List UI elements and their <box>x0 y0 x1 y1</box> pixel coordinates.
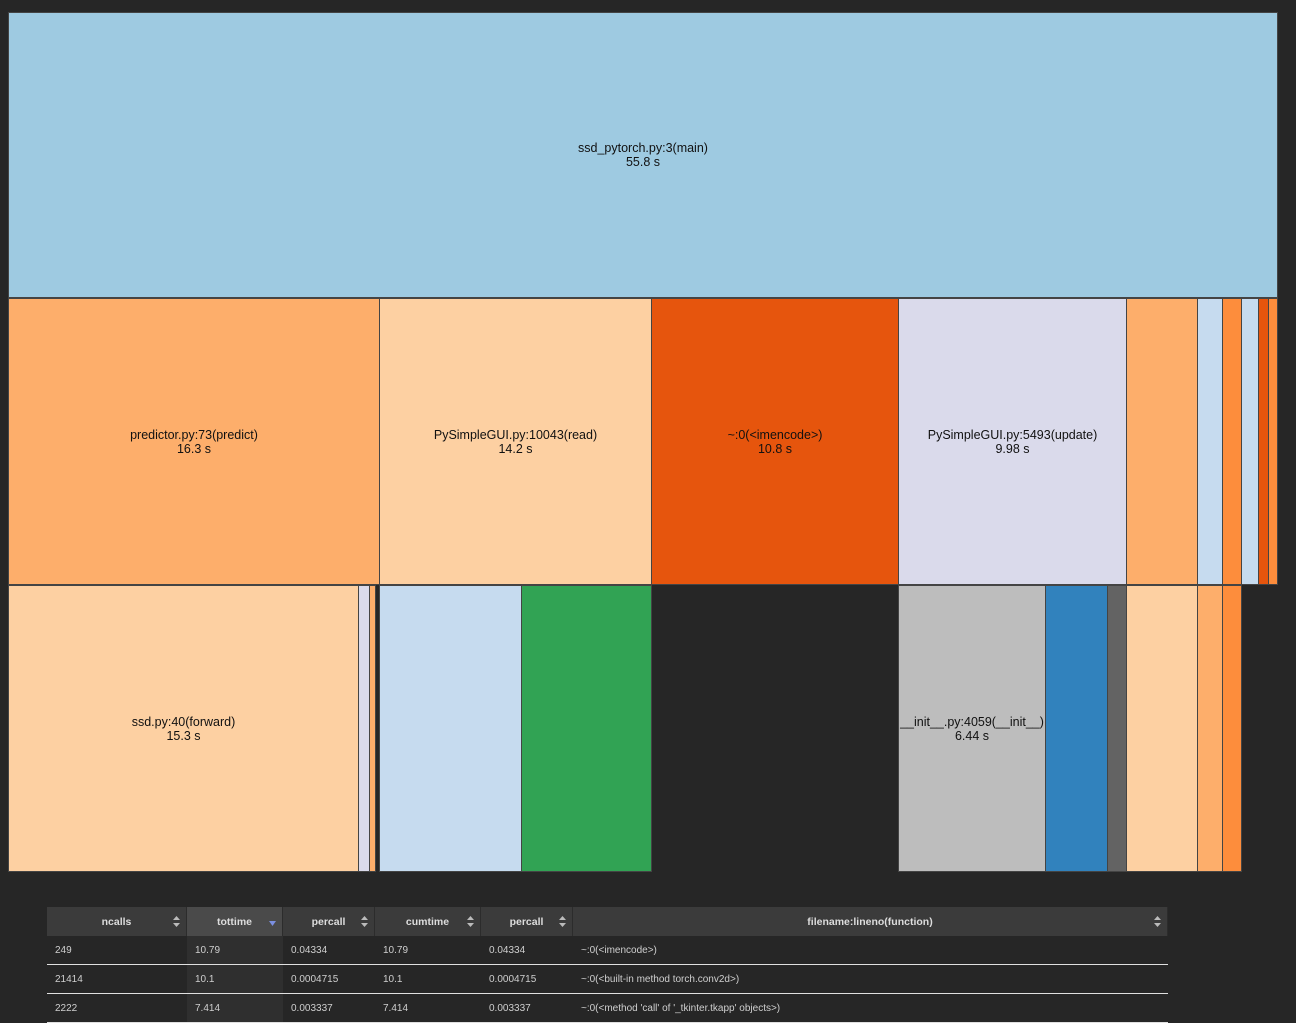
column-header-tottime[interactable]: tottime <box>187 907 283 936</box>
icicle-node-small[interactable] <box>1126 585 1198 872</box>
icicle-node-small[interactable] <box>1222 585 1242 872</box>
cell-percall: 0.0004715 <box>291 973 339 985</box>
cell-ncalls: 21414 <box>55 973 83 985</box>
column-label: cumtime <box>405 915 450 928</box>
node-label: ~:0(<imencode>) <box>727 427 823 442</box>
table-row[interactable]: 249 10.79 0.04334 10.79 0.04334 ~:0(<ime… <box>47 936 1168 965</box>
icicle-node-small[interactable] <box>379 585 522 872</box>
icicle-node-init[interactable]: __init__.py:4059(__init__) 6.44 s <box>898 585 1046 872</box>
node-time: 55.8 s <box>625 155 661 169</box>
cell-tottime: 10.1 <box>187 965 283 993</box>
cell-ncalls: 2222 <box>55 1002 78 1014</box>
column-label: filename:lineno(function) <box>807 915 933 928</box>
sort-icon <box>559 916 566 927</box>
icicle-node-read[interactable]: PySimpleGUI.py:10043(read) 14.2 s <box>379 298 652 585</box>
node-time: 16.3 s <box>176 441 212 456</box>
icicle-node-small[interactable] <box>1222 298 1242 585</box>
icicle-node-small[interactable] <box>1268 298 1278 585</box>
stats-table: ncalls tottime percall cumtime percall f… <box>47 907 1168 1023</box>
node-time: 15.3 s <box>166 728 201 743</box>
icicle-node-small[interactable] <box>1107 585 1127 872</box>
node-label: ssd_pytorch.py:3(main) <box>578 141 708 155</box>
icicle-chart: ssd_pytorch.py:3(main) 55.8 s predictor.… <box>0 0 1296 880</box>
column-label: percall <box>311 915 346 928</box>
icicle-node-small[interactable] <box>1197 585 1223 872</box>
icicle-node-predict[interactable]: predictor.py:73(predict) 16.3 s <box>8 298 380 585</box>
column-header-cumtime[interactable]: cumtime <box>375 907 481 936</box>
sort-icon <box>467 916 474 927</box>
node-label: PySimpleGUI.py:5493(update) <box>927 427 1098 442</box>
node-label: ssd.py:40(forward) <box>131 714 236 729</box>
column-header-function[interactable]: filename:lineno(function) <box>573 907 1168 936</box>
icicle-node-update[interactable]: PySimpleGUI.py:5493(update) 9.98 s <box>898 298 1127 585</box>
column-label: tottime <box>217 915 252 928</box>
icicle-node-small[interactable] <box>1241 298 1259 585</box>
node-time: 10.8 s <box>757 441 793 456</box>
cell-percall-cum: 0.04334 <box>489 944 526 956</box>
icicle-node-small[interactable] <box>1126 298 1198 585</box>
column-header-percall-cum[interactable]: percall <box>481 907 573 936</box>
cell-function: ~:0(<imencode>) <box>581 944 657 956</box>
icicle-node-small[interactable] <box>521 585 652 872</box>
node-label: predictor.py:73(predict) <box>130 427 258 442</box>
table-row[interactable]: 21414 10.1 0.0004715 10.1 0.0004715 ~:0(… <box>47 965 1168 994</box>
cell-percall-cum: 0.003337 <box>489 1002 531 1014</box>
sort-icon <box>173 916 180 927</box>
cell-function: ~:0(<built-in method torch.conv2d>) <box>581 973 740 985</box>
icicle-node-main[interactable]: ssd_pytorch.py:3(main) 55.8 s <box>8 12 1278 298</box>
cell-cumtime: 7.414 <box>383 1002 409 1014</box>
cell-cumtime: 10.79 <box>383 944 409 956</box>
column-header-ncalls[interactable]: ncalls <box>47 907 187 936</box>
cell-ncalls: 249 <box>55 944 72 956</box>
column-label: percall <box>509 915 544 928</box>
node-label: PySimpleGUI.py:10043(read) <box>433 427 598 442</box>
cell-tottime: 10.79 <box>187 936 283 964</box>
node-label: __init__.py:4059(__init__) <box>900 714 1044 729</box>
table-row[interactable]: 2222 7.414 0.003337 7.414 0.003337 ~:0(<… <box>47 994 1168 1023</box>
cell-function: ~:0(<method 'call' of '_tkinter.tkapp' o… <box>581 1002 781 1014</box>
node-time: 6.44 s <box>954 728 990 743</box>
stats-header: ncalls tottime percall cumtime percall f… <box>47 907 1168 936</box>
cell-tottime: 7.414 <box>187 994 283 1022</box>
cell-percall: 0.04334 <box>291 944 328 956</box>
column-label: ncalls <box>101 915 132 928</box>
icicle-node-forward[interactable]: ssd.py:40(forward) 15.3 s <box>8 585 359 872</box>
sort-icon <box>361 916 368 927</box>
icicle-node-imencode[interactable]: ~:0(<imencode>) 10.8 s <box>651 298 899 585</box>
cell-cumtime: 10.1 <box>383 973 403 985</box>
node-time: 14.2 s <box>498 441 533 456</box>
icicle-node-small[interactable] <box>369 585 376 872</box>
icicle-node-small[interactable] <box>1197 298 1223 585</box>
cell-percall-cum: 0.0004715 <box>489 973 537 985</box>
icicle-node-small[interactable] <box>1045 585 1108 872</box>
column-header-percall[interactable]: percall <box>283 907 375 936</box>
cell-percall: 0.003337 <box>291 1002 333 1014</box>
sort-desc-icon <box>269 921 276 926</box>
node-time: 9.98 s <box>995 441 1030 456</box>
sort-icon <box>1154 916 1161 927</box>
